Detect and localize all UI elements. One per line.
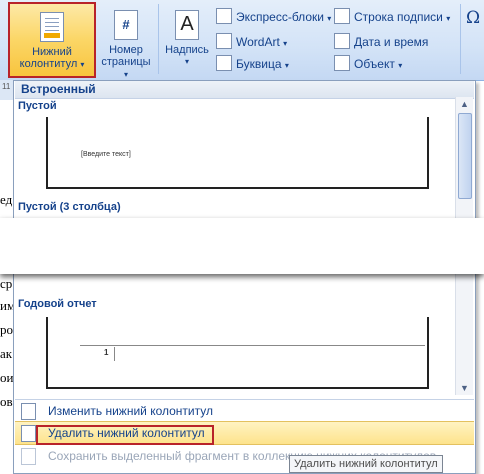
ribbon: Нижний колонтитул ▾ # Номер страницы ▾ A… (0, 0, 484, 81)
page-number-button[interactable]: # Номер страницы ▾ (98, 2, 154, 79)
footer-button-label-1: Нижний (32, 46, 72, 58)
doc-fragment: ро (0, 322, 13, 337)
wordart-icon (216, 33, 232, 49)
edit-footer-icon (21, 403, 36, 420)
page-number-icon: # (114, 10, 138, 40)
footer-icon (40, 12, 64, 42)
page-number-label-2: страницы (101, 56, 151, 68)
quick-parts-label: Экспресс-блоки (236, 10, 324, 24)
date-time-label: Дата и время (354, 35, 429, 49)
preview-rule (80, 345, 425, 346)
gallery-group-label: Пустой (3 столбца) (18, 201, 121, 213)
group-separator (460, 4, 461, 74)
delete-footer-item[interactable]: Удалить нижний колонтитул (15, 421, 474, 445)
page-number-label-1: Номер (109, 44, 143, 56)
signature-line-label: Строка подписи (354, 10, 443, 24)
chevron-down-icon: ▾ (398, 61, 403, 70)
object-icon (334, 55, 350, 71)
preview-page-number: 1 (104, 348, 109, 357)
doc-fragment: ак (0, 346, 13, 361)
preview-placeholder-text: [Введите текст] (81, 151, 131, 158)
footer-button[interactable]: Нижний колонтитул ▾ (8, 2, 96, 78)
chevron-down-icon: ▾ (283, 39, 288, 48)
footer-button-label-2: колонтитул (19, 58, 78, 70)
delete-footer-label: Удалить нижний колонтитул (48, 426, 205, 440)
text-box-icon: A (175, 10, 199, 40)
symbols-group[interactable]: Ω (466, 8, 480, 28)
gallery-group-label: Годовой отчет (18, 298, 97, 310)
omega-icon: Ω (466, 8, 481, 28)
chevron-down-icon: ▾ (80, 60, 85, 69)
scroll-thumb[interactable] (458, 113, 472, 199)
wordart-button[interactable]: WordArt ▾ (216, 33, 287, 51)
torn-edge (0, 218, 484, 274)
chevron-down-icon: ▾ (327, 14, 332, 23)
save-selection-icon (21, 448, 36, 465)
scroll-down-icon[interactable]: ▼ (456, 381, 473, 395)
text-box-button[interactable]: A Надпись ▾ (162, 2, 212, 76)
preview-divider (114, 347, 115, 361)
chevron-down-icon: ▾ (123, 70, 128, 79)
gallery-item-annual-report[interactable]: 1 (46, 317, 429, 389)
date-time-button[interactable]: Дата и время (334, 33, 428, 51)
object-label: Объект (354, 57, 395, 71)
doc-fragment: ед (0, 192, 13, 207)
chevron-down-icon: ▾ (284, 61, 289, 70)
drop-cap-icon (216, 55, 232, 71)
drop-cap-label: Буквица (236, 57, 282, 71)
doc-fragment: ов (0, 394, 13, 409)
wordart-label: WordArt (236, 35, 280, 49)
doc-fragment: ои (0, 370, 14, 385)
group-separator (158, 4, 159, 74)
quick-parts-button[interactable]: Экспресс-блоки ▾ (216, 8, 331, 26)
quick-parts-icon (216, 8, 232, 24)
ruler-mark: 11 (2, 82, 11, 91)
signature-line-button[interactable]: Строка подписи ▾ (334, 8, 450, 26)
chevron-down-icon: ▾ (446, 14, 451, 23)
signature-icon (334, 8, 350, 24)
tooltip: Удалить нижний колонтитул (289, 455, 443, 473)
scroll-up-icon[interactable]: ▲ (456, 97, 473, 111)
doc-fragment: ср (0, 276, 13, 291)
drop-cap-button[interactable]: Буквица ▾ (216, 55, 289, 73)
chevron-down-icon: ▾ (184, 57, 189, 66)
gallery-item-blank[interactable]: [Введите текст] (46, 117, 429, 189)
edit-footer-label: Изменить нижний колонтитул (48, 404, 213, 418)
section-header: Встроенный (15, 81, 474, 99)
edit-footer-item[interactable]: Изменить нижний колонтитул (15, 400, 474, 422)
delete-footer-icon (21, 425, 36, 442)
text-box-label: Надпись (165, 44, 209, 56)
calendar-icon (334, 33, 350, 49)
object-button[interactable]: Объект ▾ (334, 55, 402, 73)
gallery-group-label: Пустой (18, 100, 57, 112)
footer-gallery-dropdown: Встроенный Пустой [Введите текст] Пустой… (13, 80, 476, 474)
